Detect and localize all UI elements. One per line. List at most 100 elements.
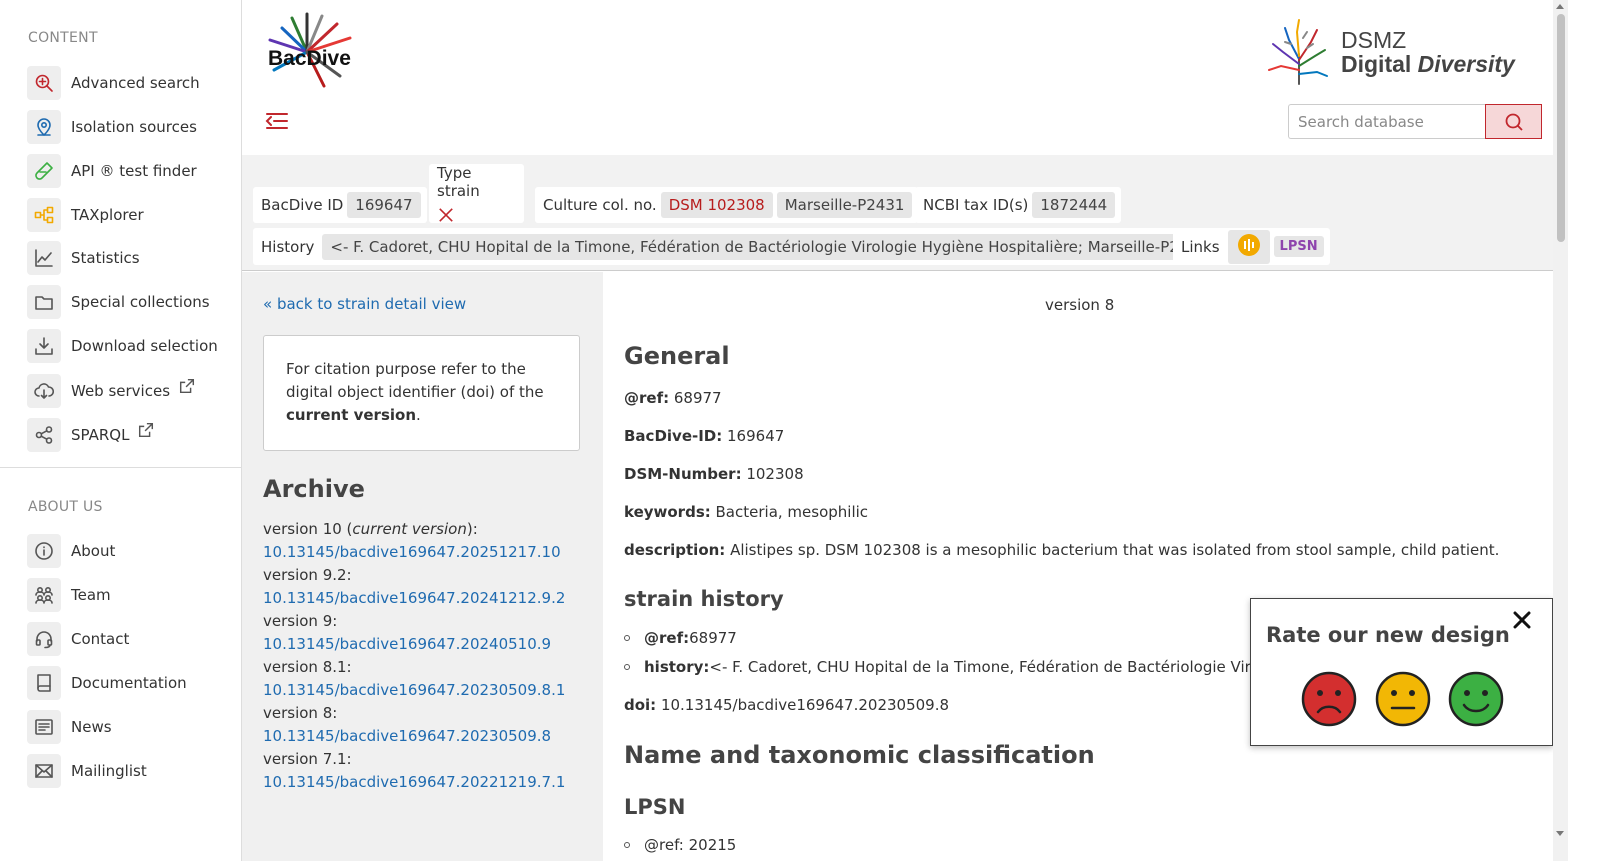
sidebar-item-special-collections[interactable]: Special collections [27, 285, 210, 319]
scrollbar-thumb[interactable] [1557, 14, 1565, 242]
ncbi-tax-label: NCBI tax ID(s) [923, 196, 1029, 214]
archive-doi-link[interactable]: 10.13145/bacdive169647.20221219.7.1 [263, 771, 593, 794]
sidebar-toggle-icon[interactable] [264, 108, 290, 134]
sidebar-item-label: Team [71, 586, 111, 604]
culture-collection-value: Marseille-P2431 [776, 192, 913, 218]
svg-text:Digital Diversity: Digital Diversity [1341, 51, 1516, 77]
sidebar-item-label: API ® test finder [71, 162, 197, 180]
dsmz-logo[interactable]: DSMZ Digital Diversity [1261, 14, 1531, 86]
field-dsm-number: DSM-Number: 102308 [624, 465, 804, 483]
sidebar-item-statistics[interactable]: Statistics [27, 241, 140, 275]
field-description: description: Alistipes sp. DSM 102308 is… [624, 541, 1500, 559]
sidebar-item-label: Advanced search [71, 74, 200, 92]
rating-title: Rate our new design [1266, 623, 1510, 647]
search-plus-icon [27, 66, 61, 100]
search-icon [1505, 113, 1523, 131]
type-strain-card: Type strain [429, 164, 524, 223]
archive-version-label: version 10 (current version): [263, 520, 478, 538]
share-nodes-icon [27, 418, 61, 452]
lpsn-link-label: LPSN [1279, 239, 1318, 254]
search-button[interactable] [1485, 104, 1542, 139]
archive-version-label: version 9: [263, 612, 338, 630]
archive-doi-link[interactable]: 10.13145/bacdive169647.20230509.8.1 [263, 679, 593, 702]
culture-collection-link[interactable]: DSM 102308 [660, 192, 773, 218]
scroll-down-arrow-icon[interactable] [1556, 831, 1564, 836]
citation-period: . [416, 406, 421, 424]
archive-version-label: version 9.2: [263, 566, 352, 584]
sidebar-item-label: About [71, 542, 116, 560]
link-lpsn[interactable]: LPSN [1273, 236, 1324, 257]
hierarchy-icon [27, 198, 61, 232]
header: BacDive DSMZ Digital Diversity [242, 0, 1553, 155]
close-icon[interactable] [1511, 609, 1533, 631]
archive-doi-link[interactable]: 10.13145/bacdive169647.20241212.9.2 [263, 587, 593, 610]
window-edge [1568, 0, 1600, 861]
info-icon [27, 534, 61, 568]
sidebar-item-documentation[interactable]: Documentation [27, 666, 187, 700]
links-label: Links [1181, 237, 1220, 256]
field-bacdive-id: BacDive-ID: 169647 [624, 427, 785, 445]
strain-history-ref: @ref: 68977 [624, 629, 737, 647]
sidebar-item-mailinglist[interactable]: Mailinglist [27, 754, 147, 788]
version-label: version 8 [1045, 296, 1115, 314]
resource-link-icon [1237, 233, 1260, 256]
map-pin-icon [27, 110, 61, 144]
archive-doi-link[interactable]: 10.13145/bacdive169647.20251217.10 [263, 541, 593, 564]
download-icon [27, 329, 61, 363]
sidebar-item-label: Isolation sources [71, 118, 197, 136]
newspaper-icon [27, 710, 61, 744]
bacdive-logo[interactable]: BacDive [262, 10, 362, 90]
archive-doi-link[interactable]: 10.13145/bacdive169647.20240510.9 [263, 633, 593, 656]
scroll-up-arrow-icon[interactable] [1556, 4, 1564, 9]
section-title-general: General [624, 342, 730, 370]
book-icon [27, 666, 61, 700]
sidebar-item-web-services[interactable]: Web services [27, 374, 196, 408]
sad-face-icon [1301, 671, 1357, 727]
page-scrollbar[interactable] [1553, 0, 1568, 861]
sidebar-item-team[interactable]: Team [27, 578, 111, 612]
sidebar-item-sparql[interactable]: SPARQL [27, 418, 155, 452]
sidebar-item-label: Mailinglist [71, 762, 147, 780]
sidebar-item-advanced-search[interactable]: Advanced search [27, 66, 200, 100]
sidebar-item-api-test-finder[interactable]: API ® test finder [27, 154, 197, 188]
field-doi: doi: 10.13145/bacdive169647.20230509.8 [624, 696, 950, 714]
sidebar-item-label: Documentation [71, 674, 187, 692]
sidebar-item-label: Statistics [71, 249, 140, 267]
back-to-strain-link[interactable]: « back to strain detail view [263, 295, 466, 313]
section-title-name-taxonomy: Name and taxonomic classification [624, 741, 1095, 769]
archive-doi-link[interactable]: 10.13145/bacdive169647.20230509.8 [263, 725, 593, 748]
sidebar-item-label: SPARQL [71, 426, 130, 444]
sidebar-item-label: News [71, 718, 112, 736]
neutral-face-icon [1375, 671, 1431, 727]
sidebar-item-isolation-sources[interactable]: Isolation sources [27, 110, 197, 144]
bacdive-id-value: 169647 [347, 192, 421, 218]
sidebar-item-taxplorer[interactable]: TAXplorer [27, 198, 144, 232]
sidebar-item-contact[interactable]: Contact [27, 622, 129, 656]
lpsn-ref-partial: @ref: 20215 [624, 836, 736, 854]
citation-current-version: current version [286, 406, 417, 424]
rating-neutral-button[interactable] [1375, 671, 1431, 727]
sidebar-item-news[interactable]: News [27, 710, 112, 744]
team-icon [27, 578, 61, 612]
ncbi-tax-value: 1872444 [1032, 192, 1116, 218]
sidebar-heading-content: CONTENT [28, 30, 98, 46]
search-box [1288, 104, 1542, 139]
citation-notice: For citation purpose refer to the digita… [263, 335, 580, 451]
search-input[interactable] [1288, 104, 1485, 139]
bacdive-id-label: BacDive ID [261, 196, 344, 214]
rating-unhappy-button[interactable] [1301, 671, 1357, 727]
rating-happy-button[interactable] [1448, 671, 1504, 727]
history-card: History <- F. Cadoret, CHU Hopital de la… [253, 228, 1222, 265]
svg-text:DSMZ: DSMZ [1341, 27, 1406, 53]
citation-text: For citation purpose refer to the digita… [286, 360, 544, 401]
ncbi-tax-card: NCBI tax ID(s) 1872444 [915, 187, 1122, 223]
type-strain-label: Type strain [437, 164, 480, 200]
history-value: <- F. Cadoret, CHU Hopital de la Timone,… [322, 233, 1216, 260]
cloud-icon [27, 374, 61, 408]
sidebar-item-about[interactable]: About [27, 534, 115, 568]
sidebar-item-download-selection[interactable]: Download selection [27, 329, 218, 363]
rate-design-popup: Rate our new design [1250, 598, 1553, 746]
dsmz-tree-icon: DSMZ Digital Diversity [1268, 19, 1516, 85]
link-external-resource[interactable] [1227, 229, 1270, 264]
section-title-lpsn: LPSN [624, 795, 686, 819]
